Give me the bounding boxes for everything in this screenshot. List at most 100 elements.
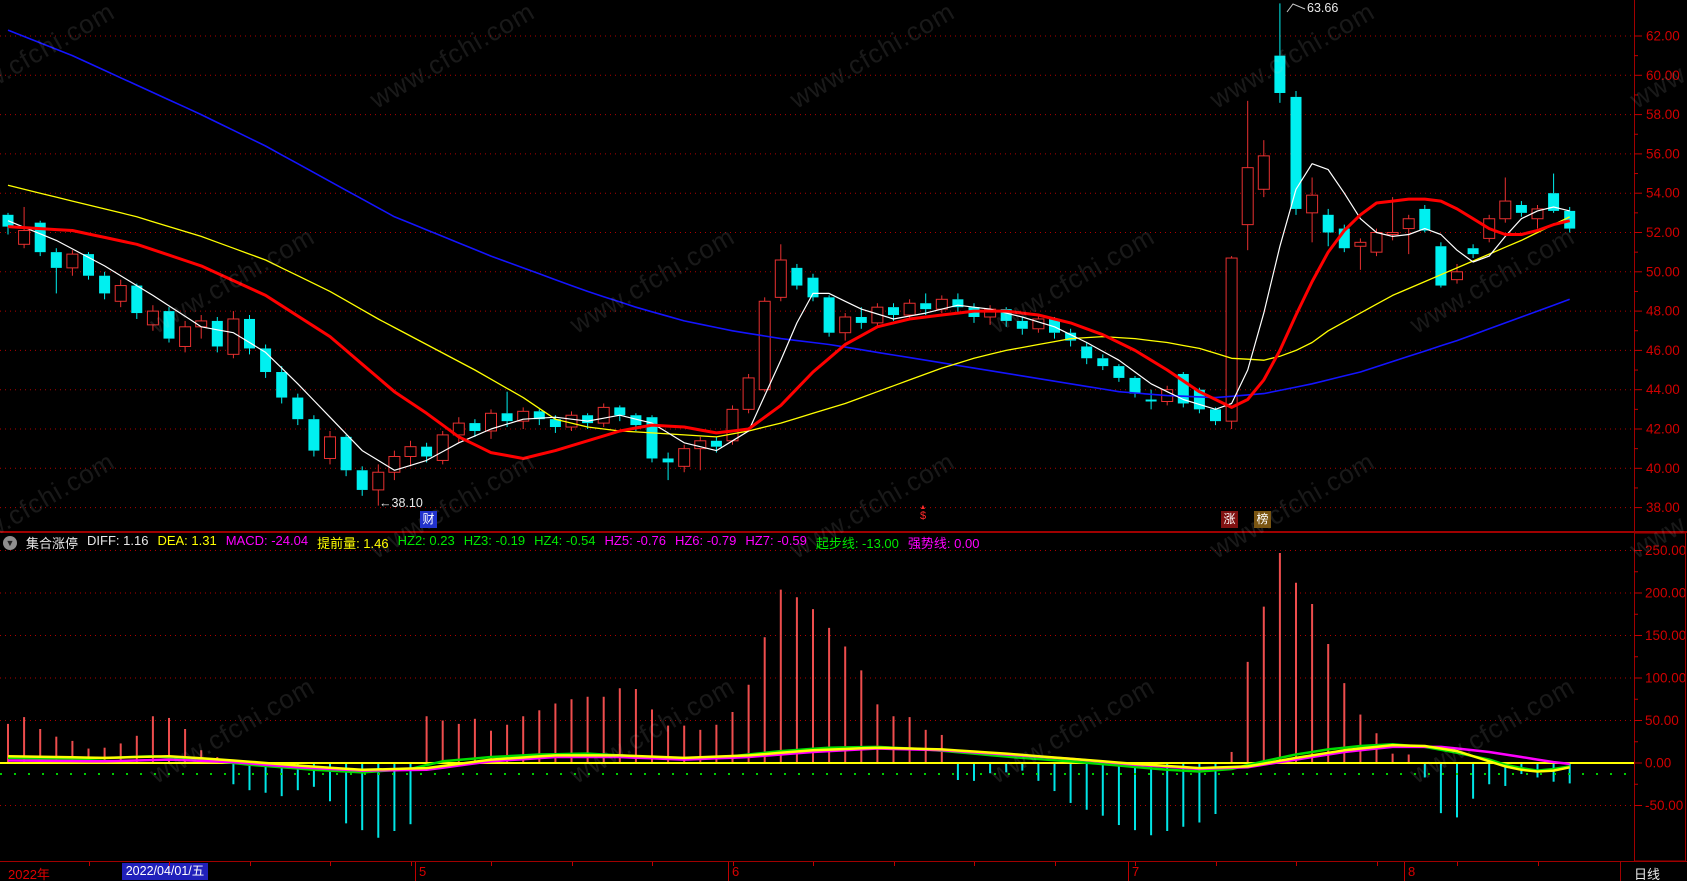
- price-axis-label: 62.00: [1646, 29, 1680, 44]
- candle[interactable]: [1467, 248, 1479, 255]
- candle[interactable]: [678, 448, 691, 467]
- candle[interactable]: [855, 316, 867, 323]
- indicator-field: DEA: 1.31: [157, 533, 217, 548]
- candle[interactable]: [1322, 214, 1334, 233]
- price-axis-label: 56.00: [1646, 146, 1680, 161]
- candlestick-layer: [2, 3, 1576, 506]
- candle[interactable]: [582, 415, 594, 424]
- high-price-annotation: 63.66: [1307, 1, 1339, 15]
- candle[interactable]: [340, 436, 352, 471]
- indicator-field: 强势线: 0.00: [907, 536, 980, 551]
- candle[interactable]: [1210, 409, 1221, 422]
- candle[interactable]: [1257, 155, 1270, 190]
- indicator-field: 起步线: -13.00: [815, 536, 899, 551]
- candle[interactable]: [469, 423, 481, 431]
- candle[interactable]: [227, 318, 240, 355]
- month-label: 8: [1408, 864, 1416, 879]
- period-label[interactable]: 日线: [1634, 864, 1660, 881]
- candle[interactable]: [292, 397, 304, 420]
- week-tick: [1377, 862, 1378, 866]
- candle[interactable]: [710, 440, 722, 447]
- candle[interactable]: [50, 252, 62, 268]
- candle[interactable]: [1145, 399, 1157, 402]
- candle[interactable]: [1435, 246, 1447, 286]
- collapse-indicator-icon[interactable]: ▼: [3, 535, 17, 550]
- candle[interactable]: [66, 253, 79, 269]
- price-gridlines: [0, 35, 1634, 509]
- week-tick: [1538, 862, 1539, 866]
- indicator-field: HZ4: -0.54: [534, 533, 596, 548]
- event-marker[interactable]: 财: [420, 511, 437, 528]
- week-tick: [330, 862, 331, 866]
- period-separator: [1620, 862, 1621, 881]
- price-axis-label: 54.00: [1646, 186, 1680, 201]
- candle[interactable]: [1419, 208, 1431, 231]
- candle[interactable]: [726, 408, 739, 442]
- candle[interactable]: [1129, 377, 1141, 394]
- candle[interactable]: [1499, 200, 1512, 220]
- high-annotation-hook: [1286, 3, 1306, 13]
- indicator-axis-label: 50.00: [1645, 713, 1679, 728]
- candle[interactable]: [920, 303, 932, 310]
- candle[interactable]: [597, 406, 610, 424]
- indicator-axis-label: 100.00: [1645, 671, 1686, 686]
- candle[interactable]: [1354, 241, 1367, 247]
- candle[interactable]: [1451, 271, 1463, 281]
- candle[interactable]: [1402, 218, 1415, 230]
- candle[interactable]: [244, 318, 255, 349]
- candle[interactable]: [774, 259, 787, 298]
- week-tick: [169, 862, 170, 866]
- candle[interactable]: [404, 446, 417, 458]
- candle[interactable]: [903, 302, 916, 316]
- candle[interactable]: [1306, 194, 1319, 214]
- stock-chart-app: 62.00 60.00 58.00 56.00 54.00 52.00 50.00 48.00…: [0, 0, 1687, 881]
- candle[interactable]: [614, 407, 626, 416]
- candle[interactable]: [888, 307, 899, 316]
- candle[interactable]: [1241, 167, 1254, 226]
- candle[interactable]: [1274, 55, 1286, 93]
- event-marker[interactable]: 榜: [1254, 511, 1271, 528]
- dollar-marker[interactable]: ▲ $: [916, 504, 930, 522]
- week-tick: [733, 862, 734, 866]
- candle[interactable]: [99, 275, 111, 294]
- candle[interactable]: [823, 297, 835, 333]
- candle[interactable]: [372, 471, 385, 491]
- candle[interactable]: [163, 311, 175, 339]
- candle[interactable]: [1515, 204, 1527, 213]
- candle[interactable]: [276, 372, 288, 398]
- candle[interactable]: [131, 285, 143, 314]
- candle[interactable]: [1564, 210, 1576, 229]
- price-axis-label: 38.00: [1646, 500, 1680, 515]
- candle[interactable]: [791, 267, 803, 286]
- candle[interactable]: [1081, 346, 1093, 359]
- candle[interactable]: [1113, 366, 1125, 378]
- candle[interactable]: [114, 285, 127, 302]
- macd-histogram-layer: [7, 553, 1571, 838]
- low-price-annotation: ←38.10: [379, 496, 423, 510]
- candle[interactable]: [211, 320, 223, 347]
- candle[interactable]: [662, 458, 674, 463]
- candle[interactable]: [742, 377, 755, 410]
- candle[interactable]: [1290, 96, 1302, 209]
- indicator-field: HZ6: -0.79: [674, 533, 737, 548]
- candle[interactable]: [308, 419, 320, 451]
- candle[interactable]: [758, 300, 771, 391]
- candle[interactable]: [179, 326, 192, 347]
- week-tick: [89, 862, 90, 866]
- selected-date-cell[interactable]: 2022/04/01/五: [122, 863, 208, 880]
- candle[interactable]: [501, 413, 513, 422]
- candle[interactable]: [1370, 232, 1383, 253]
- candle[interactable]: [565, 414, 578, 428]
- candle[interactable]: [1386, 232, 1399, 235]
- candle[interactable]: [324, 436, 336, 459]
- candle[interactable]: [18, 230, 31, 245]
- event-marker[interactable]: 涨: [1221, 511, 1238, 528]
- candle[interactable]: [421, 446, 433, 457]
- week-tick: [491, 862, 492, 866]
- candle[interactable]: [356, 470, 368, 490]
- candle[interactable]: [436, 434, 449, 461]
- candle[interactable]: [146, 310, 159, 326]
- candle[interactable]: [1016, 320, 1028, 329]
- candle[interactable]: [839, 316, 852, 334]
- candle[interactable]: [1097, 358, 1109, 367]
